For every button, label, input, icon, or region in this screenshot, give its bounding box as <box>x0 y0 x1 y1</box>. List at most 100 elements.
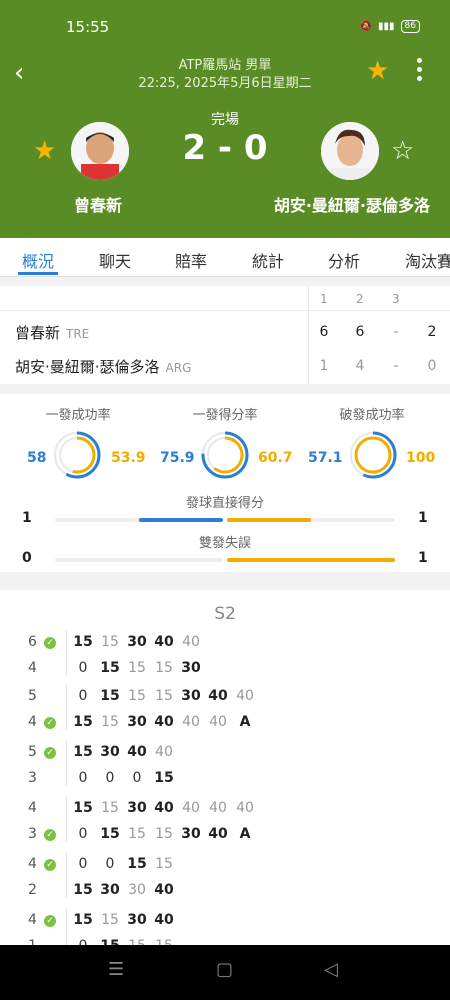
p1-set2: 6 <box>355 324 365 340</box>
first-serve-in-p2: 53.9 <box>111 450 146 466</box>
player2-row-label: 胡安·曼紐爾·瑟倫多洛 ARG <box>15 356 191 377</box>
game-score-p1: 6 <box>28 634 37 650</box>
point-score-p1: 15 <box>73 912 93 928</box>
point-score-p1: 0 <box>78 856 88 872</box>
player2-avatar[interactable] <box>321 122 379 180</box>
player1-name[interactable]: 曾春新 <box>74 192 122 216</box>
point-score-p2: A <box>239 826 251 842</box>
point-score-p2: 40 <box>209 714 227 730</box>
tab-odds[interactable]: 賠率 <box>175 248 207 272</box>
double-faults-p2: 1 <box>418 550 428 566</box>
active-tab-indicator <box>18 272 58 275</box>
point-score-p1: 15 <box>127 856 147 872</box>
set-header-3: 3 <box>392 292 400 306</box>
game-score-p2: 3 <box>28 826 37 842</box>
back-icon[interactable]: ◁ <box>324 959 338 980</box>
match-header: 15:55 🔕 ▮▮▮ 86 ‹ ATP羅馬站 男單 22:25, 2025年5… <box>0 0 450 238</box>
tab-stats[interactable]: 統計 <box>252 248 284 272</box>
set-header-1: 1 <box>320 292 328 306</box>
point-score-p1: 30 <box>127 634 147 650</box>
game-score-p1: 4 <box>28 856 37 872</box>
point-score-p1: 15 <box>128 688 146 704</box>
point-score-p1: 40 <box>208 688 228 704</box>
server-check-icon: ✓ <box>44 717 56 729</box>
point-score-p1: 40 <box>236 688 254 704</box>
game-score-p1: 4 <box>28 912 37 928</box>
match-status: 完場 <box>211 112 239 128</box>
point-score-p1: 15 <box>101 634 119 650</box>
server-check-icon: ✓ <box>44 637 56 649</box>
tab-chat[interactable]: 聊天 <box>99 248 131 272</box>
game-score-p2: 3 <box>28 770 37 786</box>
point-score-p1: 40 <box>182 800 200 816</box>
home-icon[interactable]: ▢ <box>216 959 233 980</box>
point-score-p2: 15 <box>100 826 120 842</box>
point-score-p1: 15 <box>101 800 119 816</box>
point-score-p1: 40 <box>154 912 174 928</box>
first-serve-won-ring <box>201 431 249 479</box>
player2-country-code: ARG <box>165 361 192 375</box>
p1-set3: - <box>393 324 399 340</box>
key-stats-card: 一發成功率 一發得分率 破發成功率 58 53.9 75.9 60.7 57.1… <box>0 394 450 572</box>
point-score-p1: 0 <box>105 856 115 872</box>
set-scores-card: 1 2 3 曾春新 TRE 6 6 - 2 胡安·曼紐爾·瑟倫多洛 ARG 1 4 … <box>0 286 450 384</box>
point-score-p2: 0 <box>78 770 88 786</box>
server-check-icon: ✓ <box>44 747 56 759</box>
player1-favorite-star-icon[interactable]: ★ <box>33 136 56 166</box>
point-score-p1: 30 <box>127 800 147 816</box>
more-menu-icon[interactable] <box>415 58 425 85</box>
game-divider <box>66 630 67 676</box>
point-score-p2: 30 <box>181 826 201 842</box>
p2-set3: - <box>393 358 399 374</box>
point-score-p2: 15 <box>73 882 93 898</box>
point-score-p2: 30 <box>100 882 120 898</box>
aces-bar-p1 <box>139 518 223 522</box>
tab-overview[interactable]: 概況 <box>22 248 54 272</box>
point-score-p1: 40 <box>209 800 227 816</box>
p2-set2: 4 <box>355 358 365 374</box>
game-score-p1: 5 <box>28 688 37 704</box>
point-score-p2: 40 <box>154 882 174 898</box>
first-serve-in-label: 一發成功率 <box>45 408 111 423</box>
double-faults-bar-p2 <box>227 558 395 562</box>
player1-country-code: TRE <box>66 327 90 341</box>
recent-apps-icon[interactable]: ☰ <box>108 959 124 980</box>
point-score-p2: 15 <box>154 770 174 786</box>
player2-favorite-star-icon[interactable]: ☆ <box>391 136 414 166</box>
break-points-p2: 100 <box>406 450 436 466</box>
divider <box>0 310 450 311</box>
point-score-p2: 15 <box>155 826 173 842</box>
point-score-p2: 30 <box>181 660 201 676</box>
point-score-p1: 40 <box>154 800 174 816</box>
game-divider <box>66 796 67 842</box>
break-points-label: 破發成功率 <box>339 408 405 423</box>
point-score-p1: 30 <box>127 912 147 928</box>
point-score-p2: 0 <box>132 770 142 786</box>
system-nav-bar: ☰ ▢ ◁ <box>0 945 450 1000</box>
player2-row-name: 胡安·曼紐爾·瑟倫多洛 <box>15 358 160 376</box>
point-score-p1: 40 <box>182 634 200 650</box>
divider <box>308 286 309 384</box>
point-score-p2: A <box>239 714 251 730</box>
aces-p2: 1 <box>418 510 428 526</box>
player2-name[interactable]: 胡安·曼紐爾·瑟倫多洛 <box>274 192 430 216</box>
point-score-p1: 30 <box>100 744 120 760</box>
player1-avatar[interactable] <box>71 122 129 180</box>
game-divider <box>66 684 67 730</box>
tab-knockout[interactable]: 淘汰賽 <box>405 248 450 272</box>
first-serve-won-p1: 75.9 <box>160 450 195 466</box>
aces-bar-p2 <box>227 518 311 522</box>
tab-analysis[interactable]: 分析 <box>328 248 360 272</box>
game-score-p2: 2 <box>28 882 37 898</box>
point-score-p2: 15 <box>73 714 93 730</box>
double-faults-label: 雙發失誤 <box>198 536 251 551</box>
first-serve-won-p2: 60.7 <box>258 450 293 466</box>
set-label: S2 <box>214 604 236 624</box>
aces-p1: 1 <box>22 510 32 526</box>
favorite-star-icon[interactable]: ★ <box>366 56 389 86</box>
match-score: 2 - 0 <box>182 128 268 168</box>
first-serve-in-ring <box>53 431 101 479</box>
game-score-p2: 4 <box>28 660 37 676</box>
point-score-p2: 30 <box>127 714 147 730</box>
status-icons: 🔕 ▮▮▮ 86 <box>360 20 420 33</box>
